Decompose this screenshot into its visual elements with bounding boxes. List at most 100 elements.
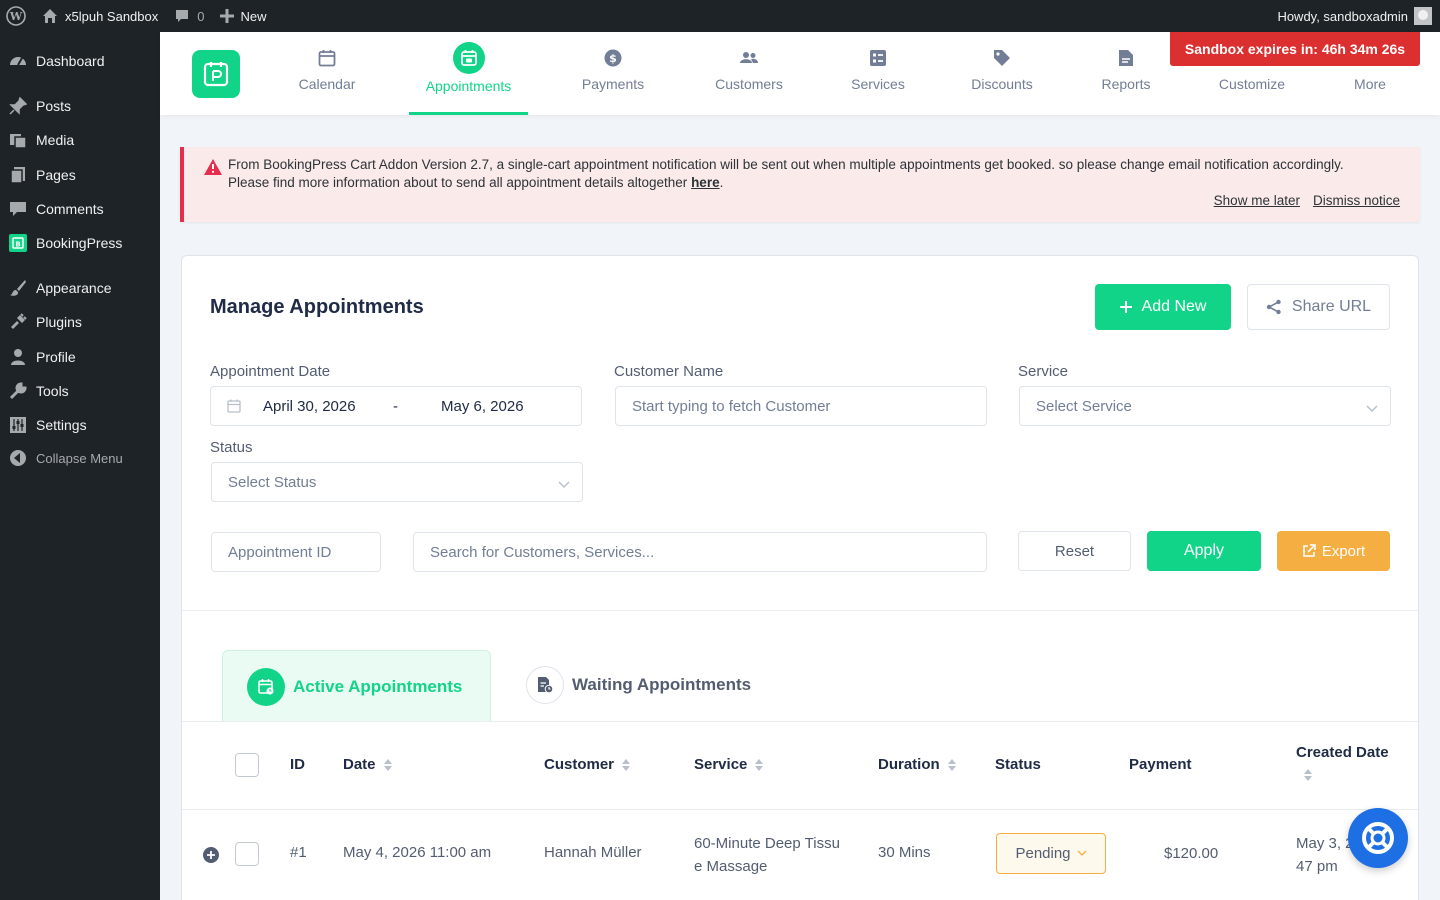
date-to-value: May 6, 2026 — [441, 397, 524, 415]
site-name-link[interactable]: x5lpuh Sandbox — [34, 0, 166, 32]
sidebar-item-label: BookingPress — [36, 235, 123, 251]
expand-row-icon[interactable] — [203, 847, 219, 863]
date-from-value: April 30, 2026 — [263, 397, 356, 415]
date-separator: - — [393, 397, 398, 415]
nav-discounts[interactable]: Discounts — [965, 32, 1039, 115]
column-header-date[interactable]: Date — [343, 756, 392, 773]
appointment-date-range-picker[interactable]: April 30, 2026 - May 6, 2026 — [210, 386, 582, 426]
column-header-id: ID — [290, 756, 305, 773]
show-me-later-link[interactable]: Show me later — [1214, 193, 1300, 208]
share-url-label: Share URL — [1291, 298, 1372, 315]
new-content-link[interactable]: New — [212, 0, 274, 32]
pin-icon — [8, 96, 28, 116]
comment-icon — [8, 199, 28, 219]
plug-icon — [8, 312, 28, 332]
nav-services[interactable]: Services — [843, 32, 913, 115]
service-select[interactable]: Select Service — [1019, 386, 1391, 426]
my-account-link[interactable]: Howdy, sandboxadmin — [1269, 0, 1440, 32]
status-label: Status — [210, 439, 253, 456]
sidebar-item-comments[interactable]: Comments — [0, 192, 160, 226]
sidebar-item-tools[interactable]: Tools — [0, 374, 160, 408]
nav-label: Reports — [1101, 76, 1151, 92]
notice-message: From BookingPress Cart Addon Version 2.7… — [228, 156, 1388, 192]
sidebar-item-label: Comments — [36, 201, 104, 217]
column-header-customer[interactable]: Customer — [544, 756, 631, 773]
brush-icon — [8, 278, 28, 298]
help-lifebuoy-button[interactable] — [1348, 808, 1408, 868]
chevron-down-icon — [1366, 400, 1378, 417]
sidebar-item-label: Media — [36, 132, 75, 148]
add-new-button[interactable]: Add New — [1095, 284, 1231, 330]
nav-calendar[interactable]: Calendar — [287, 32, 367, 115]
nav-customers[interactable]: Customers — [704, 32, 794, 115]
nav-label: Calendar — [298, 76, 356, 92]
wp-logo-icon[interactable]: W — [0, 0, 34, 32]
nav-reports[interactable]: Reports — [1090, 32, 1162, 115]
waiting-list-icon — [526, 666, 564, 704]
divider — [182, 809, 1418, 810]
share-url-button[interactable]: Share URL — [1247, 284, 1390, 330]
appointment-id-input[interactable]: Appointment ID — [211, 532, 381, 572]
bookingpress-nav: Calendar Appointments $ Payments Custome… — [160, 32, 1440, 115]
avatar — [1414, 7, 1432, 25]
export-button[interactable]: Export — [1277, 531, 1390, 571]
nav-label: More — [1354, 76, 1386, 92]
sidebar-item-bookingpress[interactable]: B BookingPress — [0, 226, 160, 260]
reset-button[interactable]: Reset — [1018, 531, 1131, 571]
sidebar-item-appearance[interactable]: Appearance — [0, 271, 160, 305]
column-header-payment: Payment — [1129, 756, 1192, 773]
row-checkbox[interactable] — [235, 842, 259, 866]
sort-icon — [622, 758, 631, 771]
wrench-icon — [8, 381, 28, 401]
sidebar-item-posts[interactable]: Posts — [0, 89, 160, 123]
manage-appointments-panel: Manage Appointments Add New Share URL Ap… — [181, 255, 1419, 900]
column-header-created-date[interactable]: Created Date — [1296, 744, 1389, 781]
dismiss-notice-link[interactable]: Dismiss notice — [1313, 193, 1400, 208]
nav-label: Discounts — [971, 76, 1033, 92]
cell-created-date: May 3, 2 47 pm — [1296, 835, 1354, 875]
status-select-pending[interactable]: Pending — [996, 833, 1106, 874]
customer-name-input[interactable]: Start typing to fetch Customer — [615, 386, 987, 426]
tab-waiting-appointments[interactable]: Waiting Appointments — [526, 666, 751, 704]
collapse-menu-button[interactable]: Collapse Menu — [0, 441, 160, 475]
page-title: Manage Appointments — [210, 296, 424, 318]
status-select-value: Select Status — [228, 473, 317, 491]
dollar-icon: $ — [603, 48, 623, 68]
sidebar-item-settings[interactable]: Settings — [0, 408, 160, 442]
tab-active-appointments[interactable]: Active Appointments — [222, 650, 491, 722]
column-header-service[interactable]: Service — [694, 756, 764, 773]
admin-sidebar: Dashboard Posts Media Pages Comments B B… — [0, 32, 160, 900]
cell-payment: $120.00 — [1164, 845, 1219, 862]
sidebar-item-dashboard[interactable]: Dashboard — [0, 44, 160, 78]
sliders-icon — [8, 415, 28, 435]
nav-appointments[interactable]: Appointments — [409, 32, 528, 115]
export-label: Export — [1321, 542, 1366, 560]
cart-addon-notice: From BookingPress Cart Addon Version 2.7… — [180, 147, 1420, 222]
howdy-label: Howdy, sandboxadmin — [1277, 8, 1408, 24]
search-input[interactable]: Search for Customers, Services... — [413, 532, 987, 572]
external-link-icon — [1302, 544, 1316, 558]
appointment-date-label: Appointment Date — [210, 363, 331, 380]
sidebar-item-plugins[interactable]: Plugins — [0, 305, 160, 339]
home-icon — [42, 8, 58, 24]
svg-text:$: $ — [609, 52, 617, 65]
status-select[interactable]: Select Status — [211, 462, 583, 502]
warning-icon — [204, 159, 222, 178]
sidebar-item-label: Appearance — [36, 280, 112, 296]
notice-here-link[interactable]: here — [691, 175, 720, 190]
apply-button[interactable]: Apply — [1147, 531, 1261, 571]
nav-label: Appointments — [425, 78, 512, 94]
services-icon — [868, 48, 888, 68]
report-icon — [1116, 48, 1136, 68]
bookingpress-logo[interactable] — [192, 50, 240, 98]
sidebar-item-media[interactable]: Media — [0, 123, 160, 157]
comments-link[interactable]: 0 — [166, 0, 212, 32]
sidebar-item-pages[interactable]: Pages — [0, 158, 160, 192]
nav-payments[interactable]: $ Payments — [573, 32, 653, 115]
column-header-duration[interactable]: Duration — [878, 756, 956, 773]
sidebar-item-profile[interactable]: Profile — [0, 340, 160, 374]
select-all-checkbox[interactable] — [235, 753, 259, 777]
divider — [182, 610, 1418, 611]
notice-text: From BookingPress Cart Addon Version 2.7… — [228, 157, 1344, 190]
sort-icon — [383, 758, 392, 771]
